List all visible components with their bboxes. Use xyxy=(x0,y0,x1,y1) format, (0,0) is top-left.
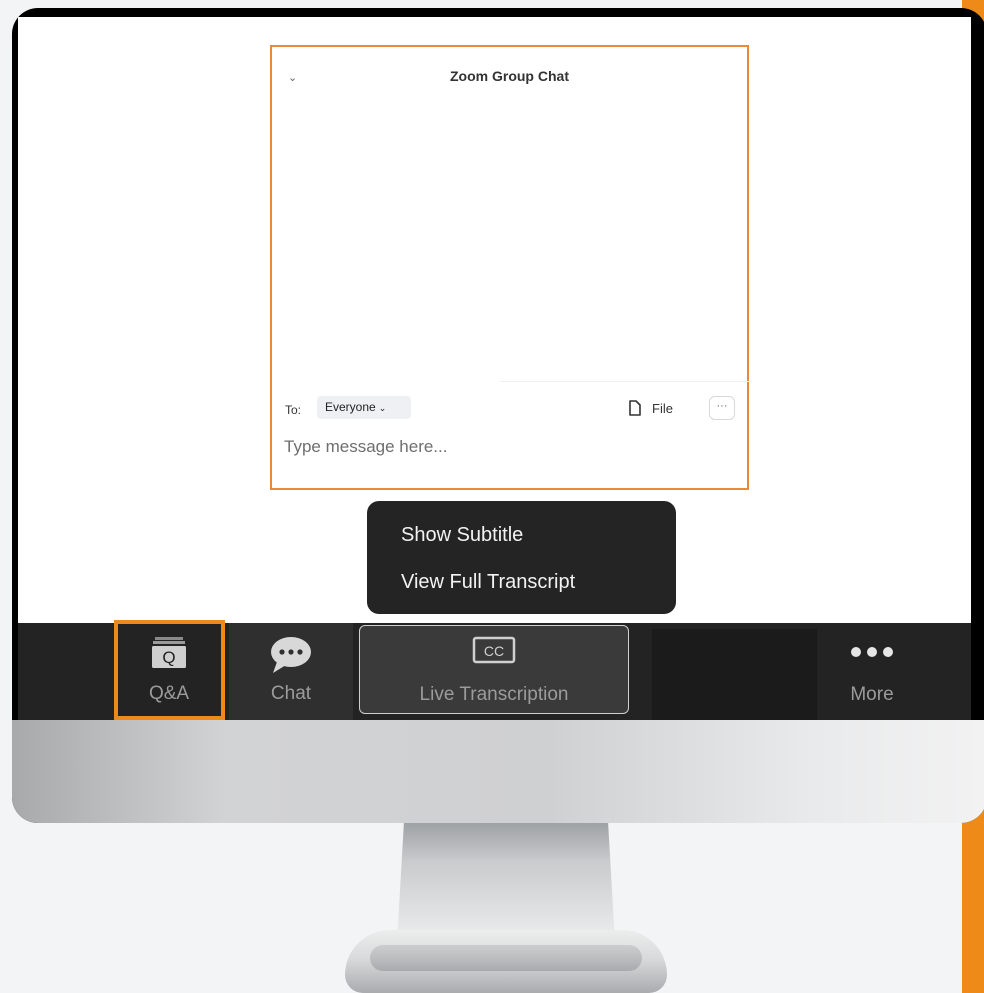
menu-item-view-full-transcript[interactable]: View Full Transcript xyxy=(401,571,575,594)
chevron-down-icon: ⌄ xyxy=(378,403,387,413)
meeting-screen: ⌄ Zoom Group Chat To: Everyone ⌄ File ···… xyxy=(18,17,971,728)
recipient-select[interactable]: Everyone ⌄ xyxy=(317,396,411,419)
transcription-menu: Show Subtitle View Full Transcript xyxy=(367,501,676,614)
live-transcription-label: Live Transcription xyxy=(419,684,569,705)
live-transcription-button[interactable]: CC Live Transcription xyxy=(359,625,629,714)
chat-button[interactable]: Chat xyxy=(229,623,353,722)
menu-item-show-subtitle[interactable]: Show Subtitle xyxy=(401,524,523,547)
qa-highlight-frame xyxy=(114,620,225,720)
to-label: To: xyxy=(285,403,302,417)
more-dots-icon xyxy=(817,645,927,659)
cc-icon-glyph: CC xyxy=(484,643,504,659)
monitor-frame: ⌄ Zoom Group Chat To: Everyone ⌄ File ···… xyxy=(12,8,984,823)
toolbar-divider-segment xyxy=(652,629,817,722)
more-label: More xyxy=(850,684,894,705)
message-input[interactable] xyxy=(284,437,704,457)
chat-bubble-icon xyxy=(229,635,353,675)
chat-title: Zoom Group Chat xyxy=(450,68,569,84)
file-icon xyxy=(629,400,641,416)
file-button[interactable]: File xyxy=(628,400,673,417)
chat-label: Chat xyxy=(270,683,312,704)
more-options-button[interactable]: ··· xyxy=(709,396,735,420)
file-label: File xyxy=(652,401,673,416)
monitor-chin xyxy=(12,720,984,823)
more-button[interactable]: More xyxy=(817,623,927,722)
cc-icon: CC xyxy=(360,636,628,664)
stand-shadow xyxy=(370,945,642,971)
recipient-value: Everyone xyxy=(325,400,376,414)
chat-panel: ⌄ Zoom Group Chat To: Everyone ⌄ File ··· xyxy=(270,45,749,490)
chat-divider xyxy=(500,381,749,382)
